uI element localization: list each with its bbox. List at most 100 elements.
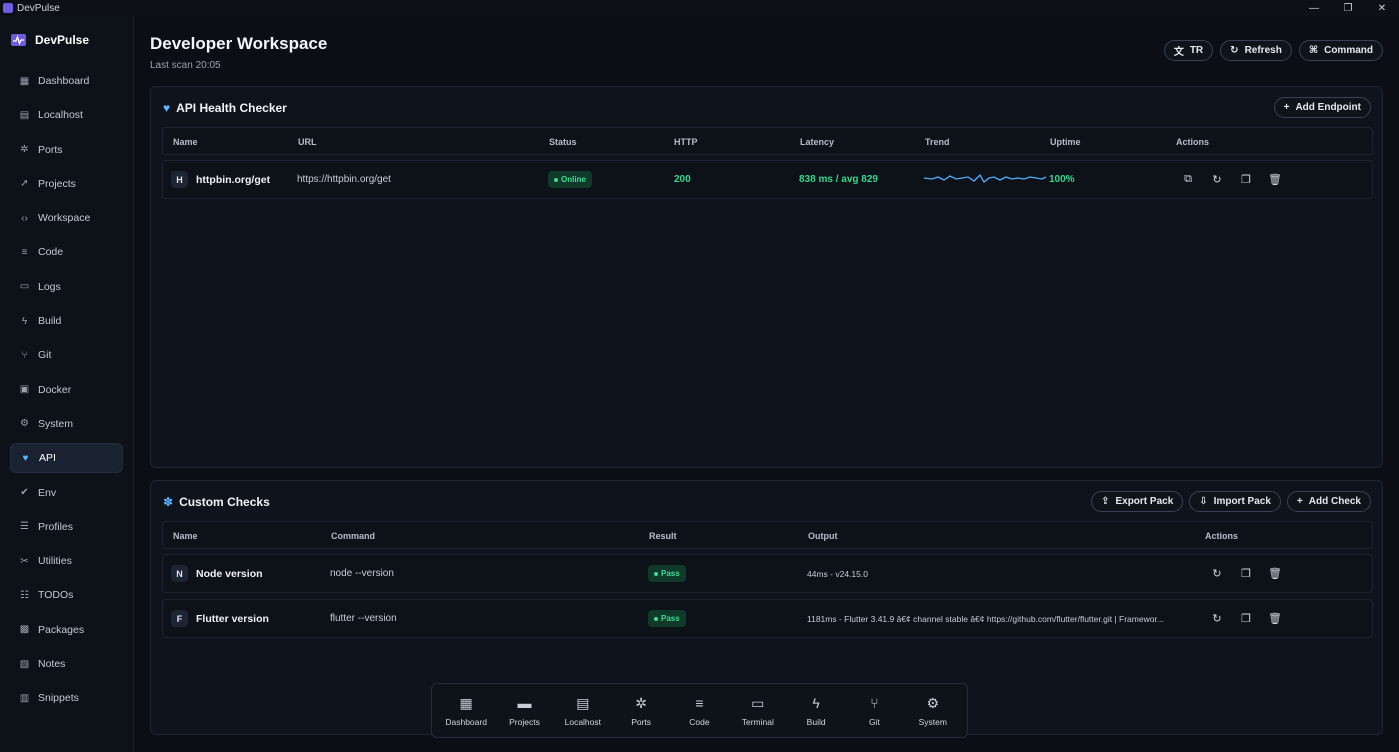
dock-item-label: Dashboard bbox=[445, 716, 487, 727]
refresh-button[interactable]: ↻ Refresh bbox=[1220, 40, 1292, 61]
check-name: Node version bbox=[196, 567, 263, 580]
trash-icon[interactable]: 🗑 bbox=[1268, 567, 1282, 581]
sidebar-item-packages[interactable]: ▩ Packages bbox=[10, 615, 123, 645]
brand-name: DevPulse bbox=[35, 33, 90, 47]
sidebar-item-notes[interactable]: ▧ Notes bbox=[10, 649, 123, 679]
sidebar-item-system[interactable]: ⚙ System bbox=[10, 409, 123, 439]
dock-item-build[interactable]: ϟ Build bbox=[790, 695, 842, 727]
terminal-icon: ▭ bbox=[751, 694, 765, 711]
sidebar-item-projects[interactable]: ➚ Projects bbox=[10, 169, 123, 199]
add-endpoint-label: Add Endpoint bbox=[1295, 102, 1361, 113]
sidebar-item-label: Build bbox=[38, 315, 62, 328]
maximize-button[interactable]: ❐ bbox=[1331, 0, 1365, 16]
column-header: Status bbox=[549, 137, 577, 147]
sidebar-item-logs[interactable]: ▭ Logs bbox=[10, 272, 123, 302]
row-actions: ⧉ ↻ ❐ 🗑 bbox=[1181, 161, 1297, 198]
command-button[interactable]: ⌘ Command bbox=[1298, 40, 1383, 61]
sidebar-item-dashboard[interactable]: ▦ Dashboard bbox=[10, 66, 123, 96]
sidebar-item-code[interactable]: ≡ Code bbox=[10, 237, 123, 267]
sidebar-item-workspace[interactable]: ‹› Workspace bbox=[10, 203, 123, 233]
bottom-dock: ▦ Dashboard ▬ Projects ▤ Localhost ✲ Ports ≡… bbox=[431, 683, 968, 738]
copy-icon[interactable]: ❐ bbox=[1239, 612, 1253, 626]
check-output: 44ms - v24.15.0 bbox=[807, 568, 868, 579]
sidebar-item-label: Ports bbox=[38, 143, 63, 156]
ports-icon: ✲ bbox=[635, 694, 647, 711]
dock-item-dashboard[interactable]: ▦ Dashboard bbox=[440, 695, 492, 727]
dock-item-system[interactable]: ⚙ System bbox=[907, 695, 959, 727]
export-pack-button[interactable]: ⇪ Export Pack bbox=[1091, 491, 1184, 512]
status-cell: Online bbox=[548, 161, 592, 198]
command-icon: ⌘ bbox=[1308, 45, 1319, 56]
rocket-icon: ➚ bbox=[20, 178, 29, 190]
todo-icon: ☷ bbox=[20, 589, 29, 601]
sidebar-item-label: Profiles bbox=[38, 520, 74, 533]
sidebar-item-todos[interactable]: ☷ TODOs bbox=[10, 580, 123, 610]
add-check-button[interactable]: + Add Check bbox=[1286, 491, 1371, 512]
check-name: Flutter version bbox=[196, 612, 269, 625]
column-header: URL bbox=[298, 137, 317, 147]
status-badge: Online bbox=[548, 171, 592, 188]
sidebar-item-label: API bbox=[39, 452, 56, 465]
pulse-logo-icon bbox=[11, 34, 26, 46]
result-badge: Pass bbox=[648, 565, 686, 582]
sidebar-item-label: Git bbox=[38, 349, 52, 362]
language-button[interactable]: 文 TR bbox=[1163, 40, 1214, 61]
server-icon: ▤ bbox=[19, 109, 30, 121]
package-icon: ▩ bbox=[19, 624, 30, 636]
table-row[interactable]: F Flutter version flutter --version Pass … bbox=[162, 599, 1373, 638]
dock-item-projects[interactable]: ▬ Projects bbox=[498, 695, 550, 727]
copy-icon[interactable]: ❐ bbox=[1239, 567, 1253, 581]
sidebar-item-label: Code bbox=[38, 246, 64, 259]
trash-icon[interactable]: 🗑 bbox=[1268, 173, 1282, 187]
close-button[interactable]: ✕ bbox=[1365, 0, 1399, 16]
open-external-icon[interactable]: ⧉ bbox=[1181, 173, 1195, 187]
sidebar-item-api[interactable]: ♥ API bbox=[10, 443, 123, 474]
header-actions: 文 TR ↻ Refresh ⌘ Command bbox=[1163, 40, 1383, 61]
column-header: Actions bbox=[1176, 137, 1210, 147]
import-pack-button[interactable]: ⇩ Import Pack bbox=[1189, 491, 1281, 512]
refresh-icon[interactable]: ↻ bbox=[1210, 173, 1224, 187]
add-endpoint-button[interactable]: + Add Endpoint bbox=[1273, 97, 1371, 118]
sidebar-item-label: Utilities bbox=[38, 555, 72, 568]
trash-icon[interactable]: 🗑 bbox=[1268, 612, 1282, 626]
sliders-icon: ☰ bbox=[20, 521, 29, 533]
dock-item-ports[interactable]: ✲ Ports bbox=[615, 695, 667, 727]
refresh-icon: ↻ bbox=[1230, 45, 1239, 56]
table-row[interactable]: Hhttpbin.org/get https://httpbin.org/get… bbox=[162, 160, 1373, 199]
sidebar-item-docker[interactable]: ▣ Docker bbox=[10, 375, 123, 405]
column-header: Uptime bbox=[1050, 137, 1081, 147]
dock-item-git[interactable]: ⑂ Git bbox=[848, 695, 900, 727]
column-header: Output bbox=[808, 531, 838, 541]
column-header: Actions bbox=[1205, 531, 1239, 541]
uptime-value: 100% bbox=[1049, 174, 1075, 185]
code-brackets-icon: ‹› bbox=[21, 212, 28, 224]
sidebar-item-snippets[interactable]: ▥ Snippets bbox=[10, 683, 123, 713]
minimize-button[interactable]: — bbox=[1297, 0, 1331, 16]
sidebar-item-env[interactable]: ✔ Env bbox=[10, 478, 123, 508]
page-title: Developer Workspace bbox=[150, 34, 328, 53]
trend-sparkline-icon bbox=[924, 173, 1046, 183]
window-titlebar: DevPulse — ❐ ✕ bbox=[0, 0, 1399, 16]
result-dot bbox=[654, 616, 658, 621]
dock-item-code[interactable]: ≡ Code bbox=[673, 695, 725, 727]
sidebar-item-git[interactable]: ⑂ Git bbox=[10, 340, 123, 370]
refresh-icon[interactable]: ↻ bbox=[1210, 612, 1224, 626]
tools-icon: ✂ bbox=[20, 555, 29, 567]
upload-icon: ⇪ bbox=[1101, 496, 1110, 507]
sidebar-item-localhost[interactable]: ▤ Localhost bbox=[10, 100, 123, 130]
dashboard-icon: ▦ bbox=[459, 694, 473, 711]
sidebar: DevPulse ▦ Dashboard ▤ Localhost ✲ Ports ➚ P… bbox=[0, 16, 134, 752]
copy-icon[interactable]: ❐ bbox=[1239, 173, 1253, 187]
avatar: N bbox=[171, 565, 188, 582]
sidebar-item-ports[interactable]: ✲ Ports bbox=[10, 135, 123, 165]
sidebar-item-build[interactable]: ϟ Build bbox=[10, 306, 123, 336]
refresh-icon[interactable]: ↻ bbox=[1210, 567, 1224, 581]
check-name-cell: N Node version bbox=[171, 555, 263, 592]
window-title: DevPulse bbox=[17, 2, 60, 14]
sidebar-item-profiles[interactable]: ☰ Profiles bbox=[10, 512, 123, 542]
table-row[interactable]: N Node version node --version Pass 44ms -… bbox=[162, 554, 1373, 593]
add-check-label: Add Check bbox=[1308, 496, 1361, 507]
dock-item-localhost[interactable]: ▤ Localhost bbox=[557, 695, 609, 727]
sidebar-item-utilities[interactable]: ✂ Utilities bbox=[10, 546, 123, 576]
dock-item-terminal[interactable]: ▭ Terminal bbox=[732, 695, 784, 727]
